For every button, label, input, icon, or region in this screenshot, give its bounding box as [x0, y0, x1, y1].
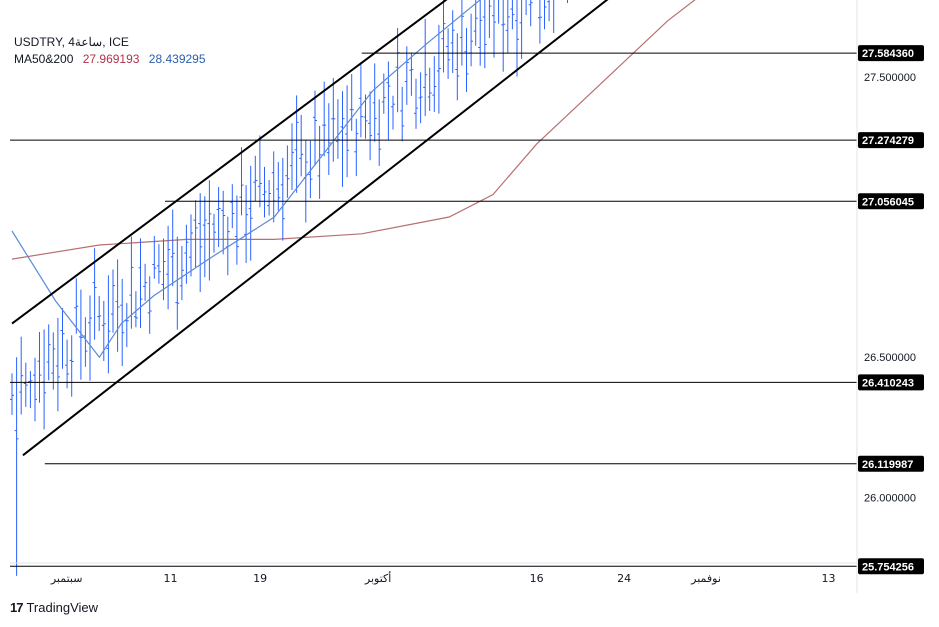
x-tick-label: 16: [530, 572, 544, 585]
symbol-header[interactable]: USDTRY, 4ساعة, ICE: [14, 35, 135, 49]
level-label: 26.410243: [862, 377, 914, 389]
price-bars: [10, 0, 568, 576]
y-tick-label: 27.500000: [864, 72, 916, 84]
level-label: 26.119987: [862, 459, 913, 471]
x-tick-label: سبتمبر: [50, 572, 83, 585]
level-label: 25.754256: [862, 561, 914, 573]
y-tick-label: 26.500000: [864, 352, 916, 364]
level-label: 27.584360: [862, 48, 914, 60]
x-tick-label: نوفمبر: [690, 572, 721, 585]
ma-legend[interactable]: MA50&200 27.969193 28.439295: [14, 52, 212, 66]
x-tick-label: 13: [821, 572, 835, 585]
tradingview-logo[interactable]: 17 TradingView: [10, 600, 98, 615]
x-tick-label: أكتوبر: [364, 571, 391, 585]
level-label: 27.056045: [862, 196, 914, 208]
ma50-value: 27.969193: [82, 52, 140, 66]
channel-lower-line: [22, 0, 609, 457]
level-label: 27.274279: [862, 135, 914, 147]
axes: 29.00000028.00000027.50000026.50000026.0…: [10, 0, 916, 593]
tradingview-wordmark: TradingView: [26, 600, 99, 615]
x-tick-label: 19: [253, 572, 267, 585]
chart-canvas[interactable]: 28.71837128.58400028.46382128.25130928.1…: [0, 0, 939, 627]
ma200-value: 28.439295: [148, 52, 206, 66]
y-tick-label: 26.000000: [864, 492, 916, 504]
x-tick-label: 24: [617, 572, 631, 585]
x-tick-label: 11: [163, 572, 177, 585]
symbol-line[interactable]: USDTRY, 4ساعة, ICE: [14, 35, 129, 49]
tradingview-icon: 17: [10, 600, 24, 615]
trend-channel: [11, 0, 609, 457]
ma-label: MA50&200: [14, 52, 74, 66]
